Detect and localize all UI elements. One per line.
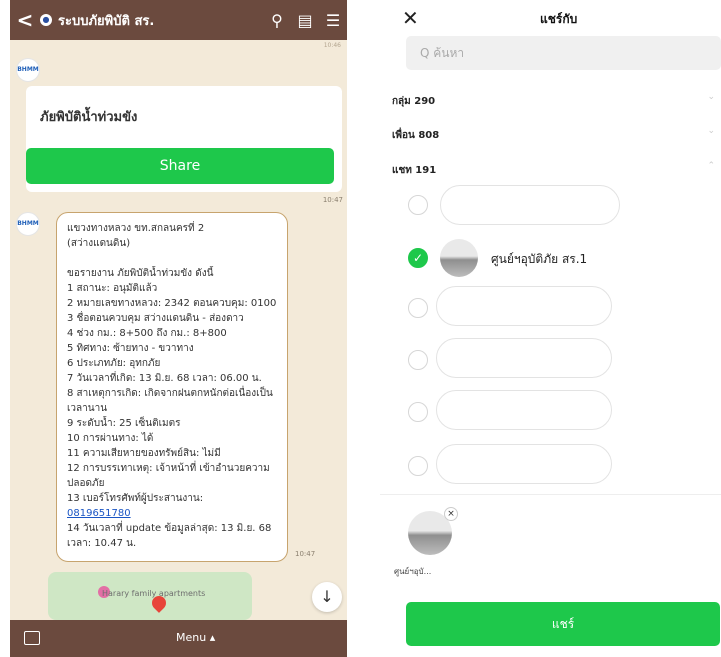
card-share-button[interactable]: Share <box>26 148 334 184</box>
message-line: 12 การบรรเทาเหตุ: เจ้าหน้าที่ เข้าอำนวยค… <box>67 463 270 489</box>
message-line: 9 ระดับน้ำ: 25 เซ็นติเมตร <box>67 418 181 429</box>
chat-item-placeholder[interactable] <box>436 444 612 484</box>
message-line: (สว่างแดนดิน) <box>67 238 131 249</box>
remove-selection-icon[interactable]: × <box>444 507 458 521</box>
chevron-down-icon[interactable]: ⌄ <box>707 92 715 102</box>
chat-footer: Menu ▴ <box>10 620 347 657</box>
timestamp: 10:47 <box>322 196 343 204</box>
message-line: 4 ช่วง กม.: 8+500 ถึง กม.: 8+800 <box>67 328 227 339</box>
select-radio[interactable] <box>408 402 428 422</box>
search-icon[interactable]: ⚲ <box>263 11 291 30</box>
message-line: 3 ชื่อตอนควบคุม สว่างแดนดิน - ส่องดาว <box>67 313 244 324</box>
section-groups[interactable]: กลุ่ม 290 <box>392 94 435 109</box>
select-radio[interactable] <box>408 456 428 476</box>
chat-item-placeholder[interactable] <box>436 390 612 430</box>
sender-avatar[interactable]: BHMM <box>16 58 40 82</box>
card-title: ภัยพิบัติน้ำท่วมขัง <box>40 110 138 125</box>
chat-header: < ● ระบบภัยพิบัติ สร. ⚲ ▤ ☰ <box>10 0 347 40</box>
chat-panel: < ● ระบบภัยพิบัติ สร. ⚲ ▤ ☰ 10:46 BHMM ภ… <box>10 0 347 657</box>
select-radio[interactable] <box>408 350 428 370</box>
message-line: 7 วันเวลาที่เกิด: 13 มิ.ย. 68 เวลา: 06.0… <box>67 373 262 384</box>
message-line: ขอรายงาน ภัยพิบัติน้ำท่วมขัง ดังนี้ <box>67 268 214 279</box>
select-radio[interactable] <box>408 195 428 215</box>
chat-item-placeholder[interactable] <box>436 286 612 326</box>
selected-name: ศูนย์ฯอุบั... <box>394 567 432 576</box>
timestamp-top: 10:46 <box>323 42 341 49</box>
message-line: 6 ประเภทภัย: อุทกภัย <box>67 358 161 369</box>
close-icon[interactable]: ✕ <box>402 6 419 30</box>
message-bubble: แขวงทางหลวง ขท.สกลนครที่ 2 (สว่างแดนดิน)… <box>56 212 288 562</box>
selected-recipients: × ศูนย์ฯอุบั... <box>380 494 721 594</box>
section-chats[interactable]: แชท 191 <box>392 163 436 178</box>
rich-menu-toggle[interactable]: Menu ▴ <box>176 631 215 644</box>
message-line: แขวงทางหลวง ขท.สกลนครที่ 2 <box>67 223 205 234</box>
keyboard-icon[interactable] <box>24 631 40 645</box>
chat-title: ระบบภัยพิบัติ สร. <box>58 13 155 29</box>
share-panel: ✕ แชร์กับ Q ค้นหา กลุ่ม 290 ⌄ เพื่อน 808… <box>380 0 721 657</box>
select-radio-checked[interactable]: ✓ <box>408 248 428 268</box>
menu-icon[interactable]: ☰ <box>319 11 347 30</box>
message-line: 2 หมายเลขทางหลวง: 2342 ตอนควบคุม: 0100 <box>67 298 277 309</box>
message-line: 10 การผ่านทาง: ได้ <box>67 433 154 444</box>
back-icon[interactable]: < <box>10 8 40 32</box>
timestamp: 10:47 <box>295 550 316 558</box>
section-friends[interactable]: เพื่อน 808 <box>392 128 439 143</box>
chat-avatar <box>440 239 478 277</box>
chevron-down-icon[interactable]: ⌄ <box>707 126 715 136</box>
chevron-up-icon[interactable]: ⌃ <box>707 161 715 171</box>
message-line: 13 เบอร์โทรศัพท์ผู้ประสานงาน: <box>67 493 204 504</box>
share-title: แชร์กับ <box>540 12 578 26</box>
notes-icon[interactable]: ▤ <box>291 11 319 30</box>
share-button[interactable]: แชร์ <box>406 602 720 646</box>
message-line: 14 วันเวลาที่ update ข้อมูลล่าสุด: 13 มิ… <box>67 523 272 549</box>
chat-item-placeholder[interactable] <box>440 185 620 225</box>
message-line: 8 สาเหตุการเกิด: เกิดจากฝนตกหนักต่อเนื่อ… <box>67 388 273 414</box>
select-radio[interactable] <box>408 298 428 318</box>
chat-name[interactable]: ศูนย์ฯอุบัติภัย สร.1 <box>491 250 587 269</box>
search-input[interactable]: Q ค้นหา <box>406 36 721 70</box>
chat-item-placeholder[interactable] <box>436 338 612 378</box>
official-badge-icon: ● <box>40 14 52 26</box>
location-map[interactable]: Harary family apartments <box>48 572 252 620</box>
flex-message-card: ภัยพิบัติน้ำท่วมขัง Share <box>26 86 342 192</box>
message-line: 5 ทิศทาง: ซ้ายทาง - ขวาทาง <box>67 343 194 354</box>
scroll-down-button[interactable]: ↓ <box>312 582 342 612</box>
message-line: 11 ความเสียหายของทรัพย์สิน: ไม่มี <box>67 448 221 459</box>
sender-avatar[interactable]: BHMM <box>16 212 40 236</box>
message-line: 1 สถานะ: อนุมัติแล้ว <box>67 283 158 294</box>
phone-link[interactable]: 0819651780 <box>67 506 277 521</box>
